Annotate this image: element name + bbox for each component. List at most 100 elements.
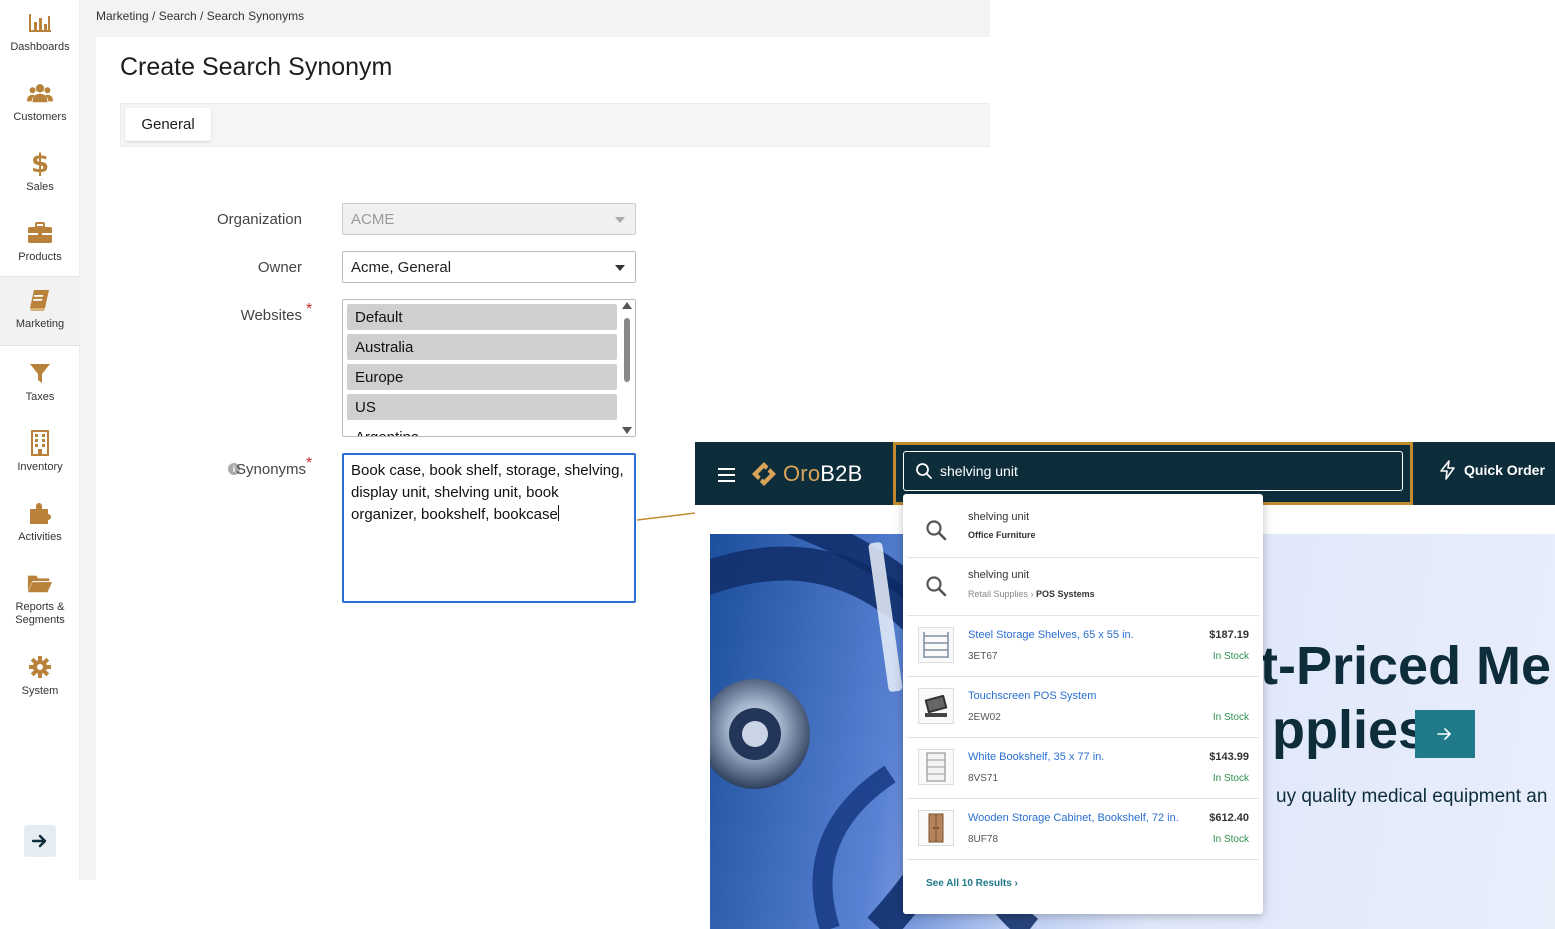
search-icon — [915, 462, 933, 485]
dollar-icon: $ — [27, 149, 53, 177]
organization-label: Organization — [216, 211, 302, 228]
storefront-search-input[interactable]: shelving unit — [903, 451, 1403, 491]
sidebar-label: Reports & Segments — [15, 601, 65, 626]
hero-headline-line1: t-Priced Me — [1260, 636, 1552, 696]
sidebar-item-inventory[interactable]: Inventory — [0, 420, 80, 490]
sidebar-item-products[interactable]: Products — [0, 210, 80, 280]
website-option-australia[interactable]: Australia — [347, 334, 617, 360]
see-all-results-link[interactable]: See All 10 Results › — [926, 878, 1018, 889]
product-sku: 2EW02 — [968, 712, 1001, 723]
sidebar-item-system[interactable]: System — [0, 644, 80, 714]
suggestion-term: shelving unit — [968, 569, 1030, 581]
admin-sidebar: Dashboards Customers $ Sales Products Ma… — [0, 0, 80, 880]
product-sku: 8VS71 — [968, 773, 999, 784]
required-marker: * — [306, 455, 313, 472]
sidebar-item-activities[interactable]: Activities — [0, 490, 80, 560]
suggestion-category: Office Furniture — [968, 530, 1036, 540]
product-result-item[interactable]: Touchscreen POS System 2EW02 In Stock — [907, 677, 1259, 738]
sidebar-label: System — [21, 685, 59, 697]
scroll-up-icon[interactable] — [622, 302, 632, 309]
suggestion-term: shelving unit — [968, 511, 1030, 523]
tab-general[interactable]: General — [125, 108, 211, 141]
sidebar-item-reports-segments[interactable]: Reports & Segments — [0, 560, 80, 630]
scroll-down-icon[interactable] — [622, 427, 632, 434]
sidebar-item-taxes[interactable]: Taxes — [0, 350, 80, 420]
hero-subtitle: uy quality medical equipment an — [1276, 786, 1548, 807]
quick-order-label: Quick Order — [1464, 462, 1545, 478]
sidebar-item-customers[interactable]: Customers — [0, 70, 80, 140]
hero-headline-line2: pplies — [1272, 700, 1429, 760]
website-option-us[interactable]: US — [347, 394, 617, 420]
puzzle-icon — [27, 500, 53, 526]
funnel-icon — [27, 360, 53, 386]
product-price: $143.99 — [1209, 751, 1249, 763]
svg-text:$: $ — [31, 149, 49, 177]
tab-bar: General — [120, 103, 990, 147]
sidebar-label: Sales — [26, 181, 54, 193]
hero-cta-button[interactable] — [1415, 710, 1475, 758]
search-autocomplete-dropdown: shelving unit Office Furniture shelving … — [903, 494, 1263, 914]
synonyms-label: Synonyms — [236, 461, 307, 478]
organization-value: ACME — [351, 210, 395, 228]
owner-select[interactable]: Acme, General — [342, 251, 636, 283]
sidebar-label: Dashboards — [10, 41, 70, 53]
product-stock: In Stock — [1212, 834, 1249, 845]
product-sku: 8UF78 — [968, 834, 999, 845]
suggestion-item[interactable]: shelving unit Office Furniture — [907, 502, 1259, 558]
breadcrumb: Marketing / Search / Search Synonyms — [96, 9, 305, 23]
search-value: shelving unit — [940, 463, 1018, 479]
sidebar-label: Marketing — [15, 318, 65, 330]
product-result-item[interactable]: White Bookshelf, 35 x 77 in. 8VS71 $143.… — [907, 738, 1259, 799]
website-option-default[interactable]: Default — [347, 304, 617, 330]
product-thumbnail — [918, 688, 954, 724]
sidebar-item-dashboards[interactable]: Dashboards — [0, 0, 80, 70]
product-thumbnail — [918, 810, 954, 846]
product-stock: In Stock — [1212, 651, 1249, 662]
websites-scrollbar[interactable] — [621, 302, 633, 434]
arrow-right-icon — [32, 834, 47, 848]
product-result-item[interactable]: Wooden Storage Cabinet, Bookshelf, 72 in… — [907, 799, 1259, 860]
chevron-down-icon — [615, 217, 625, 223]
product-stock: In Stock — [1212, 773, 1249, 784]
synonyms-textarea[interactable]: Book case, book shelf, storage, shelving… — [342, 453, 636, 603]
websites-multiselect[interactable]: Default Australia Europe US Argentina — [342, 299, 636, 437]
building-icon — [27, 430, 53, 456]
lightning-icon — [1440, 460, 1455, 480]
sidebar-item-marketing[interactable]: Marketing — [0, 276, 80, 346]
book-icon — [27, 287, 53, 313]
suggestion-category: Retail Supplies › POS Systems — [968, 589, 1095, 599]
scroll-thumb[interactable] — [624, 318, 630, 382]
product-price: $612.40 — [1209, 812, 1249, 824]
organization-select: ACME — [342, 203, 636, 235]
product-result-item[interactable]: Steel Storage Shelves, 65 x 55 in. 3ET67… — [907, 616, 1259, 677]
users-icon — [27, 80, 53, 106]
hamburger-menu-icon[interactable] — [718, 468, 736, 482]
website-option-europe[interactable]: Europe — [347, 364, 617, 390]
screenshot-root: Dashboards Customers $ Sales Products Ma… — [0, 0, 1555, 929]
sidebar-label: Customers — [13, 111, 67, 123]
bar-chart-icon — [27, 10, 53, 36]
product-price: $187.19 — [1209, 629, 1249, 641]
folder-icon — [27, 570, 53, 596]
product-name: White Bookshelf, 35 x 77 in. — [968, 751, 1105, 763]
orob2b-logo[interactable]: OroB2B — [751, 459, 862, 489]
required-marker: * — [306, 301, 313, 318]
suggestion-item[interactable]: shelving unit Retail Supplies › POS Syst… — [907, 558, 1259, 616]
product-name: Wooden Storage Cabinet, Bookshelf, 72 in… — [968, 812, 1179, 824]
search-icon — [925, 575, 947, 602]
product-name: Touchscreen POS System — [968, 690, 1097, 702]
product-thumbnail — [918, 749, 954, 785]
quick-order-button[interactable]: Quick Order — [1439, 460, 1545, 480]
website-option-argentina[interactable]: Argentina — [347, 424, 617, 436]
synonyms-value: Book case, book shelf, storage, shelving… — [351, 462, 624, 523]
arrow-right-icon — [1437, 728, 1452, 740]
sidebar-item-sales[interactable]: $ Sales — [0, 140, 80, 210]
sidebar-expand-button[interactable] — [24, 825, 56, 857]
briefcase-icon — [27, 220, 53, 246]
websites-label: Websites — [240, 307, 302, 324]
chevron-down-icon — [615, 265, 625, 271]
product-sku: 3ET67 — [968, 651, 998, 662]
product-stock: In Stock — [1212, 712, 1249, 723]
search-icon — [925, 519, 947, 546]
sidebar-label: Activities — [18, 531, 62, 543]
